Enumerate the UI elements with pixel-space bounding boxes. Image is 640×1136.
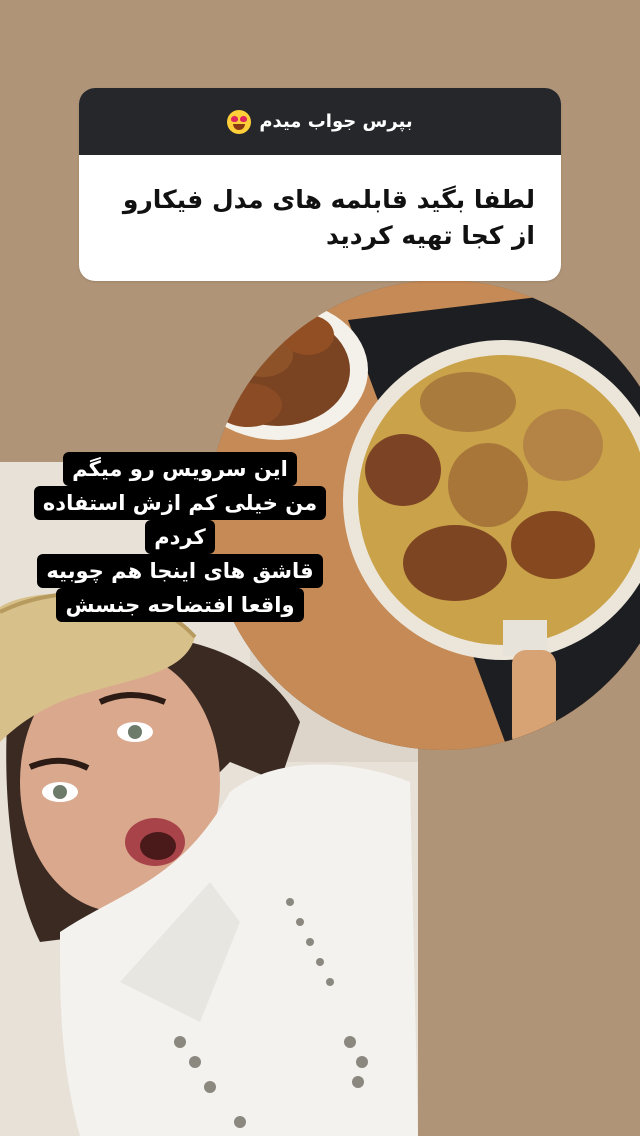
heart-eyes-emoji-icon <box>227 109 252 134</box>
story-caption: این سرویس رو میگم من خیلی کم ازش استفاده… <box>20 452 340 622</box>
caption-line: کردم <box>145 520 215 554</box>
caption-line: واقعا افتضاحه جنسش <box>56 588 304 622</box>
caption-line: قاشق های اینجا هم چوبیه <box>37 554 323 588</box>
question-sticker[interactable]: بپرس جواب میدم لطفا بگید قابلمه های مدل … <box>79 88 561 281</box>
caption-line: من خیلی کم ازش استفاده <box>33 486 327 520</box>
question-sticker-body: لطفا بگید قابلمه های مدل فیکارو از کجا ت… <box>79 155 561 281</box>
caption-line: این سرویس رو میگم <box>63 452 297 486</box>
story-canvas: بپرس جواب میدم لطفا بگید قابلمه های مدل … <box>0 0 640 1136</box>
question-sticker-header: بپرس جواب میدم <box>79 88 561 155</box>
question-sticker-prompt: بپرس جواب میدم <box>259 111 413 132</box>
question-text: لطفا بگید قابلمه های مدل فیکارو از کجا ت… <box>122 185 535 250</box>
